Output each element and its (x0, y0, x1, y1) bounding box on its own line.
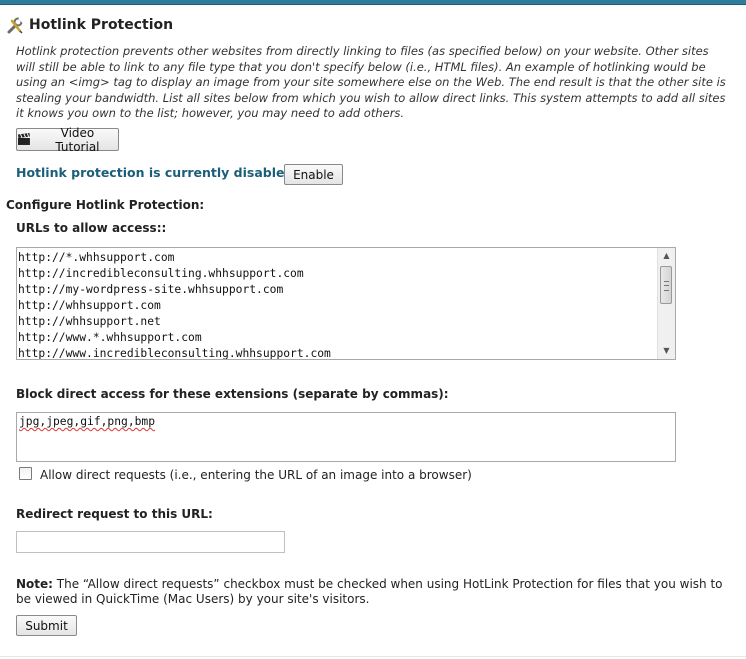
list-item: http://*.whhsupport.com (18, 251, 175, 264)
note-prefix: Note: (16, 577, 53, 591)
top-bar (0, 0, 746, 5)
list-item: http://www.*.whhsupport.com (18, 331, 202, 344)
note-text: Note: The “Allow direct requests” checkb… (16, 577, 726, 606)
wrench-pencil-icon (6, 17, 24, 35)
page-title: Hotlink Protection (29, 17, 174, 33)
divider (0, 656, 746, 657)
list-item: http://whhsupport.net (18, 315, 161, 328)
allow-direct-requests-checkbox[interactable] (19, 467, 32, 480)
list-item: http://whhsupport.com (18, 299, 161, 312)
scrollbar-thumb[interactable] (660, 266, 672, 304)
redirect-label: Redirect request to this URL: (16, 507, 213, 521)
redirect-url-input[interactable] (16, 531, 285, 553)
clapperboard-icon (17, 133, 30, 145)
allow-direct-requests-label: Allow direct requests (i.e., entering th… (40, 468, 472, 482)
submit-button[interactable]: Submit (16, 615, 77, 636)
configure-heading: Configure Hotlink Protection: (6, 198, 205, 212)
hotlink-status-text: Hotlink protection is currently disabled… (16, 165, 299, 180)
list-item: http://www.incredibleconsulting.whhsuppo… (18, 347, 331, 360)
url-list: http://*.whhsupport.com http://incredibl… (17, 248, 675, 360)
enable-button[interactable]: Enable (284, 164, 343, 185)
video-tutorial-button[interactable]: Video Tutorial (16, 125, 119, 154)
allowed-urls-textarea[interactable]: http://*.whhsupport.com http://incredibl… (16, 247, 676, 360)
extensions-label: Block direct access for these extensions… (16, 387, 449, 401)
list-item: http://my-wordpress-site.whhsupport.com (18, 283, 284, 296)
intro-description: Hotlink protection prevents other websit… (16, 44, 726, 120)
video-tutorial-label: Video Tutorial (55, 125, 100, 154)
extensions-value: jpg,jpeg,gif,png,bmp (19, 415, 156, 428)
list-item: http://incredibleconsulting.whhsupport.c… (18, 267, 304, 280)
scroll-up-arrow-icon[interactable]: ▲ (658, 248, 675, 264)
extensions-textarea[interactable]: jpg,jpeg,gif,png,bmp (16, 412, 676, 462)
note-body: The “Allow direct requests” checkbox mus… (16, 577, 723, 606)
urls-label: URLs to allow access:: (16, 221, 167, 235)
vertical-scrollbar[interactable]: ▲ ▼ (657, 248, 675, 359)
scroll-down-arrow-icon[interactable]: ▼ (658, 343, 675, 359)
